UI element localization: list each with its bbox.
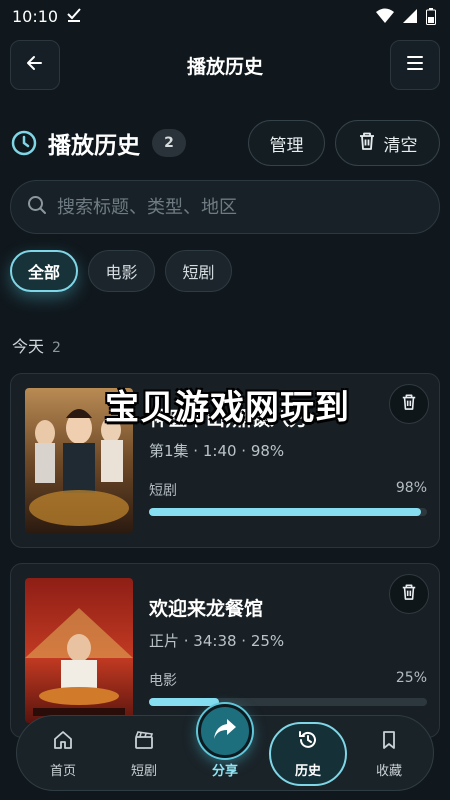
- filter-chip-all[interactable]: 全部: [10, 250, 78, 292]
- delete-button[interactable]: [389, 384, 429, 424]
- share-arrow-icon: [212, 717, 238, 745]
- filter-chip-label: 全部: [27, 263, 60, 282]
- nav-home[interactable]: 首页: [23, 716, 103, 792]
- clear-label: 清空: [383, 135, 418, 156]
- trash-icon: [358, 131, 376, 156]
- search-input[interactable]: [57, 196, 417, 218]
- history-count-badge: 2: [152, 129, 186, 157]
- search-bar: [10, 180, 440, 234]
- nav-favorites[interactable]: 收藏: [349, 716, 429, 792]
- progress-fill: [149, 508, 422, 516]
- nav-short-drama[interactable]: 短剧: [104, 716, 184, 792]
- manage-label: 管理: [269, 135, 304, 156]
- watermark: 宝贝游戏网玩到: [105, 388, 350, 428]
- item-meta: 正片 · 34:38 · 25%: [149, 632, 285, 650]
- nav-favorites-label: 收藏: [375, 764, 402, 779]
- history-title: 播放历史: [48, 133, 140, 159]
- back-button[interactable]: [10, 40, 60, 90]
- filter-chip-movie[interactable]: 电影: [88, 250, 155, 292]
- progress-bar: [149, 698, 427, 706]
- share-label: 分享: [211, 764, 238, 779]
- download-check-icon: [66, 6, 82, 26]
- delete-button[interactable]: [389, 574, 429, 614]
- trash-icon: [401, 393, 417, 415]
- filter-chip-label: 电影: [105, 263, 138, 282]
- item-type: 短剧: [149, 483, 177, 499]
- progress-fill: [149, 698, 219, 706]
- filter-chip-short-drama[interactable]: 短剧: [165, 250, 232, 292]
- clapperboard-icon: [133, 729, 155, 755]
- battery-icon: [426, 7, 436, 25]
- page-title: 播放历史: [186, 55, 263, 78]
- progress-bar: [149, 508, 427, 516]
- nav-short-label: 短剧: [130, 764, 157, 779]
- section-count: 2: [52, 340, 61, 356]
- back-arrow-icon: [25, 53, 45, 77]
- nav-home-label: 首页: [49, 764, 76, 779]
- share-button[interactable]: [198, 704, 252, 758]
- clear-button[interactable]: 清空: [335, 120, 440, 166]
- item-title: 欢迎来龙餐馆: [149, 598, 264, 620]
- item-type: 电影: [149, 673, 177, 689]
- nav-history[interactable]: 历史: [269, 722, 347, 786]
- section-today: 今天 2: [12, 333, 61, 357]
- search-icon: [27, 195, 47, 219]
- item-meta: 第1集 · 1:40 · 98%: [149, 442, 285, 460]
- nav-history-label: 历史: [294, 764, 321, 779]
- wifi-icon: [376, 8, 394, 24]
- poster-image: [25, 578, 133, 723]
- menu-button[interactable]: [389, 40, 440, 90]
- section-label: 今天: [12, 337, 45, 356]
- top-bar: 播放历史: [10, 40, 440, 90]
- signal-icon: [402, 8, 418, 24]
- filter-chip-label: 短剧: [182, 263, 215, 282]
- status-bar: 10:10: [0, 0, 450, 32]
- status-time: 10:10: [12, 6, 59, 26]
- trash-icon: [401, 583, 417, 605]
- bookmark-icon: [378, 729, 400, 755]
- clock-icon: [10, 129, 38, 157]
- home-icon: [52, 729, 74, 755]
- manage-button[interactable]: 管理: [248, 120, 325, 166]
- item-percent: 25%: [395, 670, 427, 686]
- menu-icon: [405, 54, 425, 76]
- item-percent: 98%: [395, 480, 427, 496]
- history-icon: [297, 729, 319, 755]
